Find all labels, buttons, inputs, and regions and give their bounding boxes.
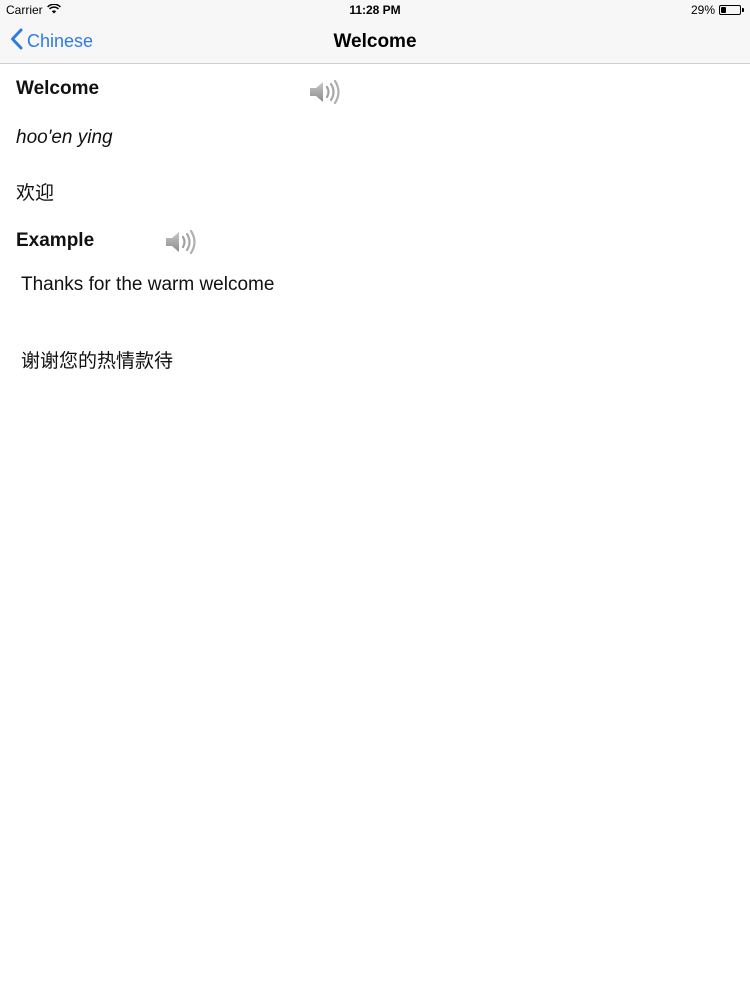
example-english-text: Thanks for the warm welcome: [21, 274, 275, 295]
pinyin-text: hoo'en ying: [16, 127, 113, 148]
battery-fill: [721, 7, 726, 13]
battery-tip: [742, 8, 744, 12]
word-header: Welcome: [16, 78, 356, 106]
page-title: Welcome: [333, 31, 417, 52]
status-battery: 29%: [691, 3, 744, 17]
speaker-icon[interactable]: [308, 78, 342, 106]
back-button[interactable]: Chinese: [10, 20, 93, 63]
example-header: Example: [16, 228, 216, 258]
example-chinese-text: 谢谢您的热情款待: [21, 351, 174, 372]
back-label: Chinese: [27, 31, 94, 51]
navigation-bar: Chinese Welcome: [0, 20, 750, 64]
chevron-left-icon: [10, 28, 23, 55]
hanzi-text: 欢迎: [16, 183, 55, 204]
status-time: 11:28 PM: [349, 3, 401, 17]
battery-percent: 29%: [690, 3, 715, 17]
word-title: Welcome: [16, 78, 100, 99]
example-speaker-icon[interactable]: [164, 228, 198, 256]
example-heading: Example: [16, 230, 95, 251]
battery-icon: [719, 5, 741, 15]
status-bar: Carrier 11:28 PM 29%: [0, 0, 750, 20]
